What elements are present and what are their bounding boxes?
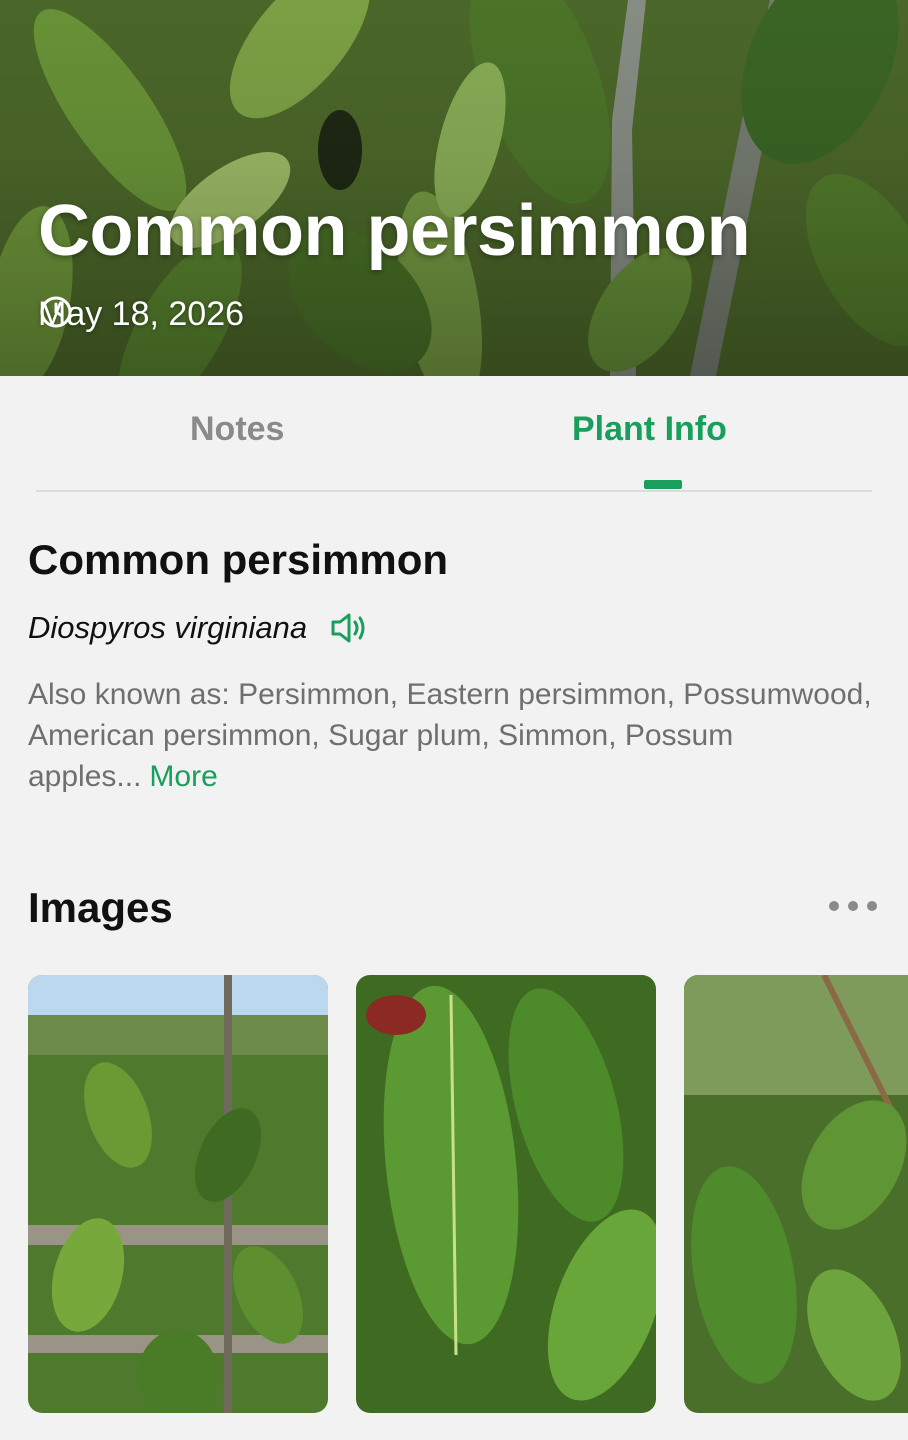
plant-detail-screen: Common persimmon May 18, 2026 Notes Plan… [0, 0, 908, 1440]
also-known-as: Also known as: Persimmon, Eastern persim… [28, 674, 888, 797]
hero-title: Common persimmon [38, 191, 751, 271]
clock-icon [40, 296, 72, 328]
tab-plant-info[interactable]: Plant Info [572, 410, 727, 449]
image-thumbnail[interactable] [356, 975, 656, 1413]
thumbnail-photo [356, 975, 656, 1413]
image-thumbnail[interactable] [684, 975, 908, 1413]
plant-common-name: Common persimmon [28, 536, 449, 583]
image-thumbnail[interactable] [28, 975, 328, 1413]
images-section-title: Images [28, 884, 173, 931]
more-link[interactable]: More [149, 760, 217, 793]
hero-header: Common persimmon May 18, 2026 [0, 0, 908, 376]
thumbnail-photo [684, 975, 908, 1413]
more-dots-icon[interactable] [826, 896, 880, 916]
thumbnail-photo [28, 975, 328, 1413]
tab-notes[interactable]: Notes [190, 410, 284, 449]
active-tab-indicator [644, 480, 682, 489]
speaker-icon[interactable] [329, 610, 369, 646]
scientific-name: Diospyros virginiana [28, 610, 308, 645]
tab-divider [36, 490, 872, 492]
hero-date-row: May 18, 2026 [38, 294, 244, 334]
scientific-name-row: Diospyros virginiana [28, 608, 369, 648]
tab-bar: Notes Plant Info [0, 376, 908, 492]
